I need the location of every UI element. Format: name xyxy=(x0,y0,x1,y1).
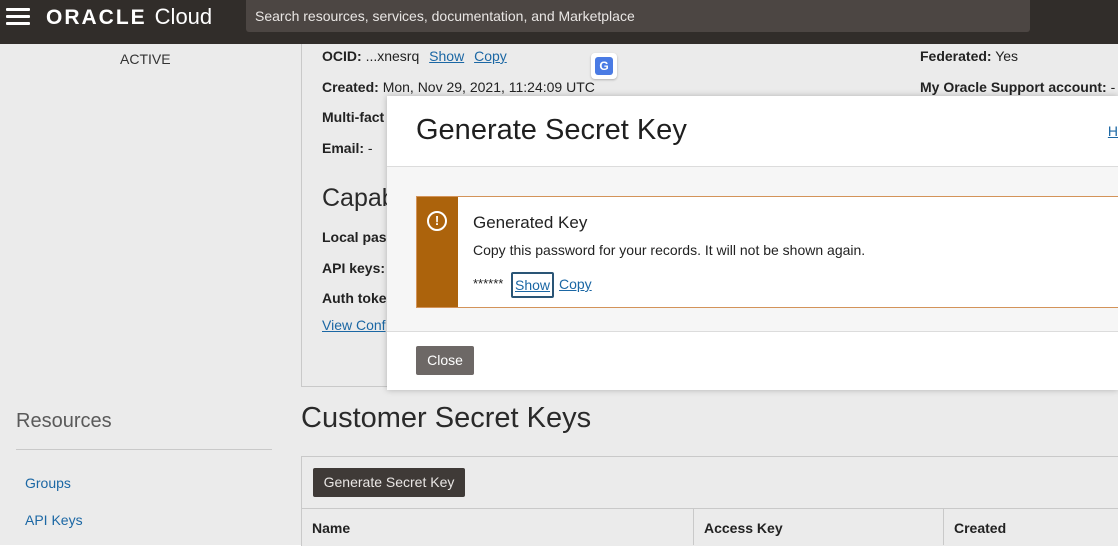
created-label: Created: xyxy=(322,79,379,95)
column-divider xyxy=(693,508,694,545)
federated-value: Yes xyxy=(995,48,1019,64)
email-value: - xyxy=(367,140,373,156)
user-status: ACTIVE xyxy=(120,51,171,67)
local-password-label: Local pas xyxy=(322,229,387,245)
federated-row: Federated: Yes xyxy=(920,48,1018,64)
email-label: Email: xyxy=(322,140,365,156)
translate-icon[interactable]: G xyxy=(591,53,617,79)
view-configuration-link[interactable]: View Conf xyxy=(322,317,386,333)
column-header-access-key[interactable]: Access Key xyxy=(704,520,783,536)
column-divider xyxy=(943,508,944,545)
support-account-value: - xyxy=(1110,79,1116,95)
column-header-created[interactable]: Created xyxy=(954,520,1006,536)
generate-secret-key-button[interactable]: Generate Secret Key xyxy=(313,468,465,497)
ocid-label: OCID: xyxy=(322,48,362,64)
dialog-footer-divider xyxy=(387,331,1118,332)
mfa-label: Multi-fact xyxy=(322,109,385,125)
alert-title: Generated Key xyxy=(473,213,588,232)
mfa-row: Multi-fact xyxy=(322,109,384,125)
resource-link-api-keys[interactable]: API Keys xyxy=(25,512,83,528)
resource-link-groups[interactable]: Groups xyxy=(25,475,71,491)
copy-password-link[interactable]: Copy xyxy=(559,276,592,292)
dialog-title: Generate Secret Key xyxy=(416,114,687,146)
hamburger-menu-icon[interactable] xyxy=(6,8,30,26)
oracle-cloud-logo[interactable]: ORACLE Cloud xyxy=(46,4,212,30)
resources-divider xyxy=(16,449,272,450)
help-link[interactable]: H xyxy=(1108,123,1118,139)
column-header-name[interactable]: Name xyxy=(312,520,350,536)
search-input[interactable]: Search resources, services, documentatio… xyxy=(246,0,1030,32)
support-account-row: My Oracle Support account: - xyxy=(920,79,1115,95)
left-sidebar xyxy=(0,44,300,545)
ocid-row: OCID: ...xnesrq Show Copy xyxy=(322,48,507,64)
resources-heading: Resources xyxy=(16,410,112,432)
show-password-link[interactable]: Show xyxy=(511,272,555,298)
generated-key-alert: ! Generated Key Copy this password for y… xyxy=(416,196,1118,308)
generate-secret-key-dialog: Generate Secret Key H ! Generated Key Co… xyxy=(387,96,1118,390)
local-password-row: Local pas xyxy=(322,229,387,245)
capabilities-heading: Capab xyxy=(322,184,396,212)
federated-label: Federated: xyxy=(920,48,992,64)
close-button[interactable]: Close xyxy=(416,346,474,375)
ocid-value: ...xnesrq xyxy=(365,48,420,64)
alert-stripe: ! xyxy=(417,197,458,307)
top-navigation-bar: ORACLE Cloud Search resources, services, … xyxy=(0,0,1118,44)
created-row: Created: Mon, Nov 29, 2021, 11:24:09 UTC xyxy=(322,79,595,95)
ocid-show-link[interactable]: Show xyxy=(429,48,464,64)
customer-secret-keys-heading: Customer Secret Keys xyxy=(301,402,592,434)
auth-tokens-label: Auth toke xyxy=(322,290,387,306)
alert-message: Copy this password for your records. It … xyxy=(473,242,866,258)
support-account-label: My Oracle Support account: xyxy=(920,79,1107,95)
api-keys-label: API keys: xyxy=(322,260,386,276)
api-keys-row: API keys: xyxy=(322,260,385,276)
ocid-copy-link[interactable]: Copy xyxy=(474,48,507,64)
warning-icon: ! xyxy=(427,211,447,231)
created-value: Mon, Nov 29, 2021, 11:24:09 UTC xyxy=(382,79,595,95)
logo-brand: ORACLE xyxy=(46,6,147,29)
auth-tokens-row: Auth toke xyxy=(322,290,387,306)
email-row: Email: - xyxy=(322,140,373,156)
logo-product: Cloud xyxy=(154,4,213,29)
masked-password: ****** xyxy=(473,276,504,291)
